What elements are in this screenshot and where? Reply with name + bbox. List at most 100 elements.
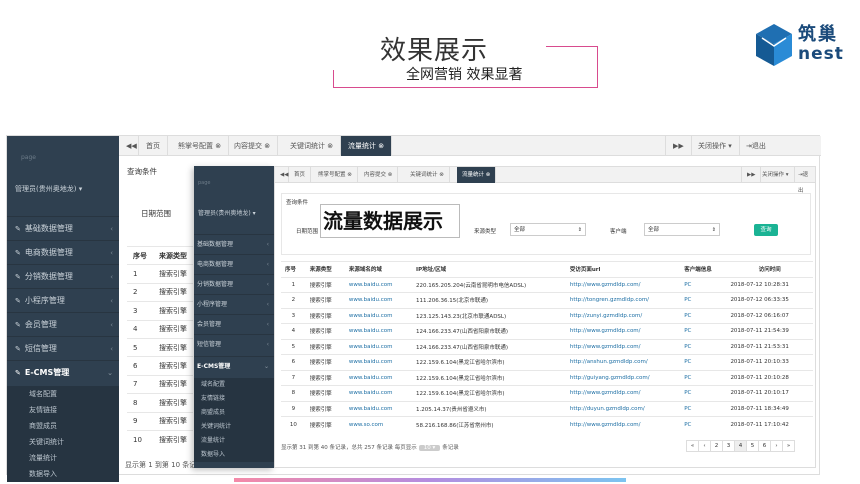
table-row: 3 搜索引擎 www.baidu.com 123.125.143.23(北京市联通AD…: [281, 307, 813, 324]
table-row: 9 搜索引擎 www.baidu.com 1.205.14.37(贵州省遵义市) htt…: [281, 400, 813, 417]
table-row: 7 搜索引擎 www.baidu.com 122.159.6.104(黑龙江省哈尔滨市…: [281, 369, 813, 386]
logout-button[interactable]: ⇥退出: [793, 167, 815, 194]
updown-caret-icon: ⇕: [711, 227, 716, 233]
submenu-item-data-import[interactable]: 数据导入: [194, 448, 274, 462]
sidebar-item-sms[interactable]: 短信管理 ‹: [194, 334, 274, 354]
close-ops-dropdown[interactable]: 关闭操作 ▾: [757, 167, 795, 183]
chevron-left-icon: ‹: [110, 345, 113, 353]
chevron-left-icon: ‹: [266, 281, 269, 288]
admin-user-dropdown[interactable]: 管理员(贵州奥地龙) ▾: [15, 184, 82, 194]
column-header: 序号: [281, 261, 306, 277]
edit-icon: ✎: [15, 369, 21, 377]
submenu-item-keyword-stats[interactable]: 关键词统计: [7, 434, 119, 450]
traffic-table: 序号 来源类型 来源域名的域 IP地址/区域 受访页面url 客户端信息 访问时…: [281, 261, 813, 432]
column-header: 来源域名的域: [344, 261, 413, 277]
table-row: 2 搜索引擎: [127, 282, 193, 302]
edit-icon: ✎: [15, 273, 21, 281]
column-header: IP地址/区域: [412, 261, 566, 277]
chevron-left-icon: ‹: [266, 301, 269, 308]
sidebar-item-ecms[interactable]: E-CMS管理 ⌄: [194, 356, 274, 376]
sidebar-item-distribution[interactable]: ✎ 分销数据管理 ‹: [7, 264, 119, 288]
edit-icon: ✎: [15, 345, 21, 353]
front-sidebar: page 管理员(贵州奥地龙) ▾ 基础数据管理 ‹ 电商数据管理 ‹ 分销数据管理…: [194, 166, 274, 468]
submenu-item-keyword-stats[interactable]: 关键词统计: [194, 420, 274, 434]
tab-traffic-stats[interactable]: 流量统计 ⊗: [341, 136, 393, 156]
table-row: 6 搜索引擎: [127, 356, 193, 376]
tab-scroll-right[interactable]: ▶▶: [665, 136, 692, 156]
back-sidebar: page 管理员(贵州奥地龙) ▾ ✎ 基础数据管理 ‹ ✎ 电商数据管理 ‹ ✎ 分销数…: [7, 136, 119, 482]
submenu-item-alliance[interactable]: 商盟成员: [7, 418, 119, 434]
table-row: 3 搜索引擎: [127, 301, 193, 321]
query-title: 查询条件: [286, 200, 309, 206]
table-row: 8 搜索引擎 www.baidu.com 122.159.6.104(黑龙江省哈尔滨市…: [281, 385, 813, 401]
sidebar-item-ecms[interactable]: ✎ E-CMS管理 ⌄: [7, 360, 119, 384]
submenu-item-traffic-stats[interactable]: 流量统计: [7, 450, 119, 466]
submenu-item-data-import[interactable]: 数据导入: [7, 466, 119, 482]
chevron-left-icon: ‹: [266, 321, 269, 328]
table-row: 10 搜索引擎: [127, 429, 193, 449]
submenu-item-friend-links[interactable]: 友情链接: [194, 392, 274, 406]
sidebar-item-basic-data[interactable]: 基础数据管理 ‹: [194, 234, 274, 254]
tab-scroll-left[interactable]: ◀◀: [275, 167, 289, 183]
column-header: 序号: [127, 245, 153, 265]
sidebar-item-mini-program[interactable]: ✎ 小程序管理 ‹: [7, 288, 119, 312]
header-decor-line-top: [546, 46, 598, 88]
submenu-item-domain[interactable]: 域名配置: [7, 386, 119, 402]
sidebar-item-sms[interactable]: ✎ 短信管理 ‹: [7, 336, 119, 360]
ecms-submenu: 域名配置 友情链接 商盟成员 关键词统计 流量统计 数据导入: [7, 386, 119, 482]
sidebar-item-distribution[interactable]: 分销数据管理 ‹: [194, 274, 274, 294]
tab-bear-paw-config[interactable]: 熊掌号配置 ⊗: [313, 167, 358, 183]
source-type-select[interactable]: 全部 ⇕: [510, 223, 586, 236]
edit-icon: ✎: [15, 321, 21, 329]
tab-bear-paw-config[interactable]: 熊掌号配置 ⊗: [171, 136, 230, 156]
edit-icon: ✎: [15, 297, 21, 305]
sidebar-item-basic-data[interactable]: ✎ 基础数据管理 ‹: [7, 216, 119, 240]
chevron-left-icon: ‹: [110, 297, 113, 305]
chevron-left-icon: ‹: [110, 225, 113, 233]
sidebar-item-ecommerce[interactable]: 电商数据管理 ‹: [194, 254, 274, 274]
page-last-button[interactable]: »: [782, 440, 795, 452]
submenu-item-domain[interactable]: 域名配置: [194, 378, 274, 392]
page-title: 效果展示: [380, 36, 489, 66]
table-row: 1 搜索引擎: [127, 264, 193, 284]
tab-content-submit[interactable]: 内容提交 ⊗: [359, 167, 399, 183]
tab-scroll-left[interactable]: ◀◀: [119, 136, 139, 156]
back-table: 序号 来源类型 1 搜索引擎 2 搜索引擎 3 搜索引擎 4 搜索引擎 5 搜索引擎 6搜…: [127, 245, 193, 449]
edit-icon: ✎: [15, 225, 21, 233]
tab-keyword-stats[interactable]: 关键词统计 ⊗: [283, 136, 342, 156]
pagination-info: 显示第 31 到第 40 条记录，总共 257 条记录 每页显示 10 ▾ 条记录: [281, 445, 459, 451]
back-pagination-info: 显示第 1 到第 10 条记: [125, 461, 197, 469]
tab-traffic-stats[interactable]: 流量统计 ⊗: [457, 167, 497, 183]
edit-icon: ✎: [15, 249, 21, 257]
close-ops-dropdown[interactable]: 关闭操作 ▾: [691, 136, 740, 156]
updown-caret-icon: ⇕: [577, 227, 582, 233]
page-size-select[interactable]: 10 ▾: [418, 445, 441, 451]
table-row: 5 搜索引擎 www.baidu.com 124.166.233.47(山西省阳泉市联…: [281, 338, 813, 355]
logout-button[interactable]: ⇥退出: [739, 136, 773, 156]
tab-keyword-stats[interactable]: 关键词统计 ⊗: [405, 167, 450, 183]
client-label: 客户端: [610, 229, 627, 235]
table-row: 2 搜索引擎 www.baidu.com 111.206.36.15(北京市联通) ht…: [281, 292, 813, 308]
tab-content-submit[interactable]: 内容提交 ⊗: [227, 136, 279, 156]
submenu-item-friend-links[interactable]: 友情链接: [7, 402, 119, 418]
column-header: 受访页面url: [565, 261, 681, 277]
client-select[interactable]: 全部 ⇕: [644, 223, 720, 236]
bottom-gradient-bar: [234, 478, 626, 482]
tab-home[interactable]: 首页: [139, 136, 168, 156]
sidebar-page-label: page: [21, 154, 36, 161]
date-range-label: 日期范围: [141, 209, 171, 218]
chevron-left-icon: ‹: [266, 261, 269, 268]
sidebar-item-members[interactable]: 会员管理 ‹: [194, 314, 274, 334]
sidebar-item-ecommerce[interactable]: ✎ 电商数据管理 ‹: [7, 240, 119, 264]
sidebar-item-mini-program[interactable]: 小程序管理 ‹: [194, 294, 274, 314]
table-row: 4 搜索引擎: [127, 319, 193, 339]
query-button[interactable]: 查询: [754, 224, 778, 236]
table-row: 7 搜索引擎: [127, 374, 193, 394]
tab-home[interactable]: 首页: [289, 167, 312, 183]
sidebar-item-members[interactable]: ✎ 会员管理 ‹: [7, 312, 119, 336]
submenu-item-traffic-stats[interactable]: 流量统计: [194, 434, 274, 448]
chevron-left-icon: ‹: [110, 321, 113, 329]
submenu-item-alliance[interactable]: 商盟成员: [194, 406, 274, 420]
pagination: « ‹ 2 3 4 5 6 › »: [686, 440, 795, 452]
admin-user-dropdown[interactable]: 管理员(贵州奥地龙) ▾: [198, 208, 256, 217]
